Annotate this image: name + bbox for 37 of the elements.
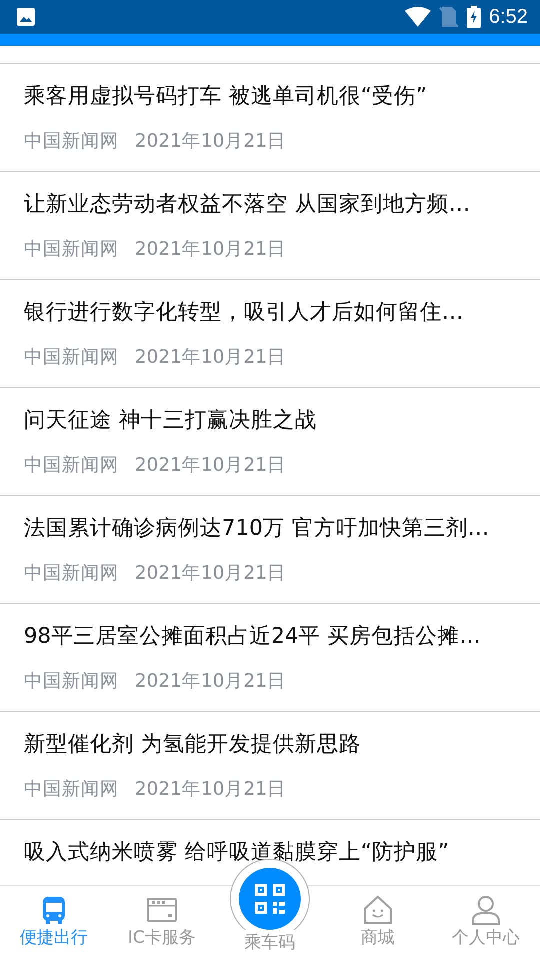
- news-item[interactable]: 让新业态劳动者权益不落空 从国家到地方频… 中国新闻网 2021年10月21日: [0, 170, 540, 279]
- news-item[interactable]: 法国累计确诊病例达710万 官方吁加快第三剂… 中国新闻网 2021年10月21日: [0, 494, 540, 603]
- news-date: 2021年10月21日: [135, 238, 286, 262]
- news-title: 乘客用虚拟号码打车 被逃单司机很“受伤”: [24, 82, 428, 111]
- news-date: 2021年10月21日: [135, 562, 286, 586]
- status-time: 6:52: [489, 5, 528, 30]
- news-source: 中国新闻网: [24, 562, 119, 586]
- news-item[interactable]: 银行进行数字化转型，吸引人才后如何留住… 中国新闻网 2021年10月21日: [0, 278, 540, 387]
- person-icon: [470, 894, 502, 926]
- news-source: 中国新闻网: [24, 238, 119, 262]
- news-date: 2021年10月21日: [135, 778, 286, 802]
- house-icon: [362, 894, 394, 926]
- news-item[interactable]: 问天征途 神十三打赢决胜之战 中国新闻网 2021年10月21日: [0, 386, 540, 495]
- no-sim-icon: [439, 6, 460, 28]
- news-item[interactable]: 98平三居室公摊面积占近24平 买房包括公摊… 中国新闻网 2021年10月21日: [0, 602, 540, 711]
- news-date: 2021年10月21日: [135, 454, 286, 478]
- news-date: 2021年10月21日: [135, 130, 286, 154]
- news-title: 问天征途 神十三打赢决胜之战: [24, 406, 318, 435]
- image-icon: [16, 7, 36, 28]
- news-title: 法国累计确诊病例达710万 官方吁加快第三剂…: [24, 514, 490, 543]
- wifi-icon: [405, 7, 432, 28]
- news-source: 中国新闻网: [24, 346, 119, 370]
- news-title: 让新业态劳动者权益不落空 从国家到地方频…: [24, 190, 472, 219]
- battery-charging-icon: [467, 6, 482, 28]
- news-source: 中国新闻网: [24, 778, 119, 802]
- news-date: 2021年10月21日: [135, 670, 286, 694]
- news-source: 中国新闻网: [24, 454, 119, 478]
- news-item[interactable]: 新型催化剂 为氢能开发提供新思路 中国新闻网 2021年10月21日: [0, 710, 540, 819]
- news-item[interactable]: 乘客用虚拟号码打车 被逃单司机很“受伤” 中国新闻网 2021年10月21日: [0, 62, 540, 171]
- news-source: 中国新闻网: [24, 130, 119, 154]
- news-title: 新型催化剂 为氢能开发提供新思路: [24, 730, 362, 759]
- news-title: 银行进行数字化转型，吸引人才后如何留住…: [24, 298, 464, 327]
- news-source: 中国新闻网: [24, 670, 119, 694]
- qr-code-icon: [254, 883, 286, 915]
- news-title: 98平三居室公摊面积占近24平 买房包括公摊…: [24, 622, 482, 651]
- news-date: 2021年10月21日: [135, 346, 286, 370]
- qr-code-button[interactable]: [239, 868, 301, 930]
